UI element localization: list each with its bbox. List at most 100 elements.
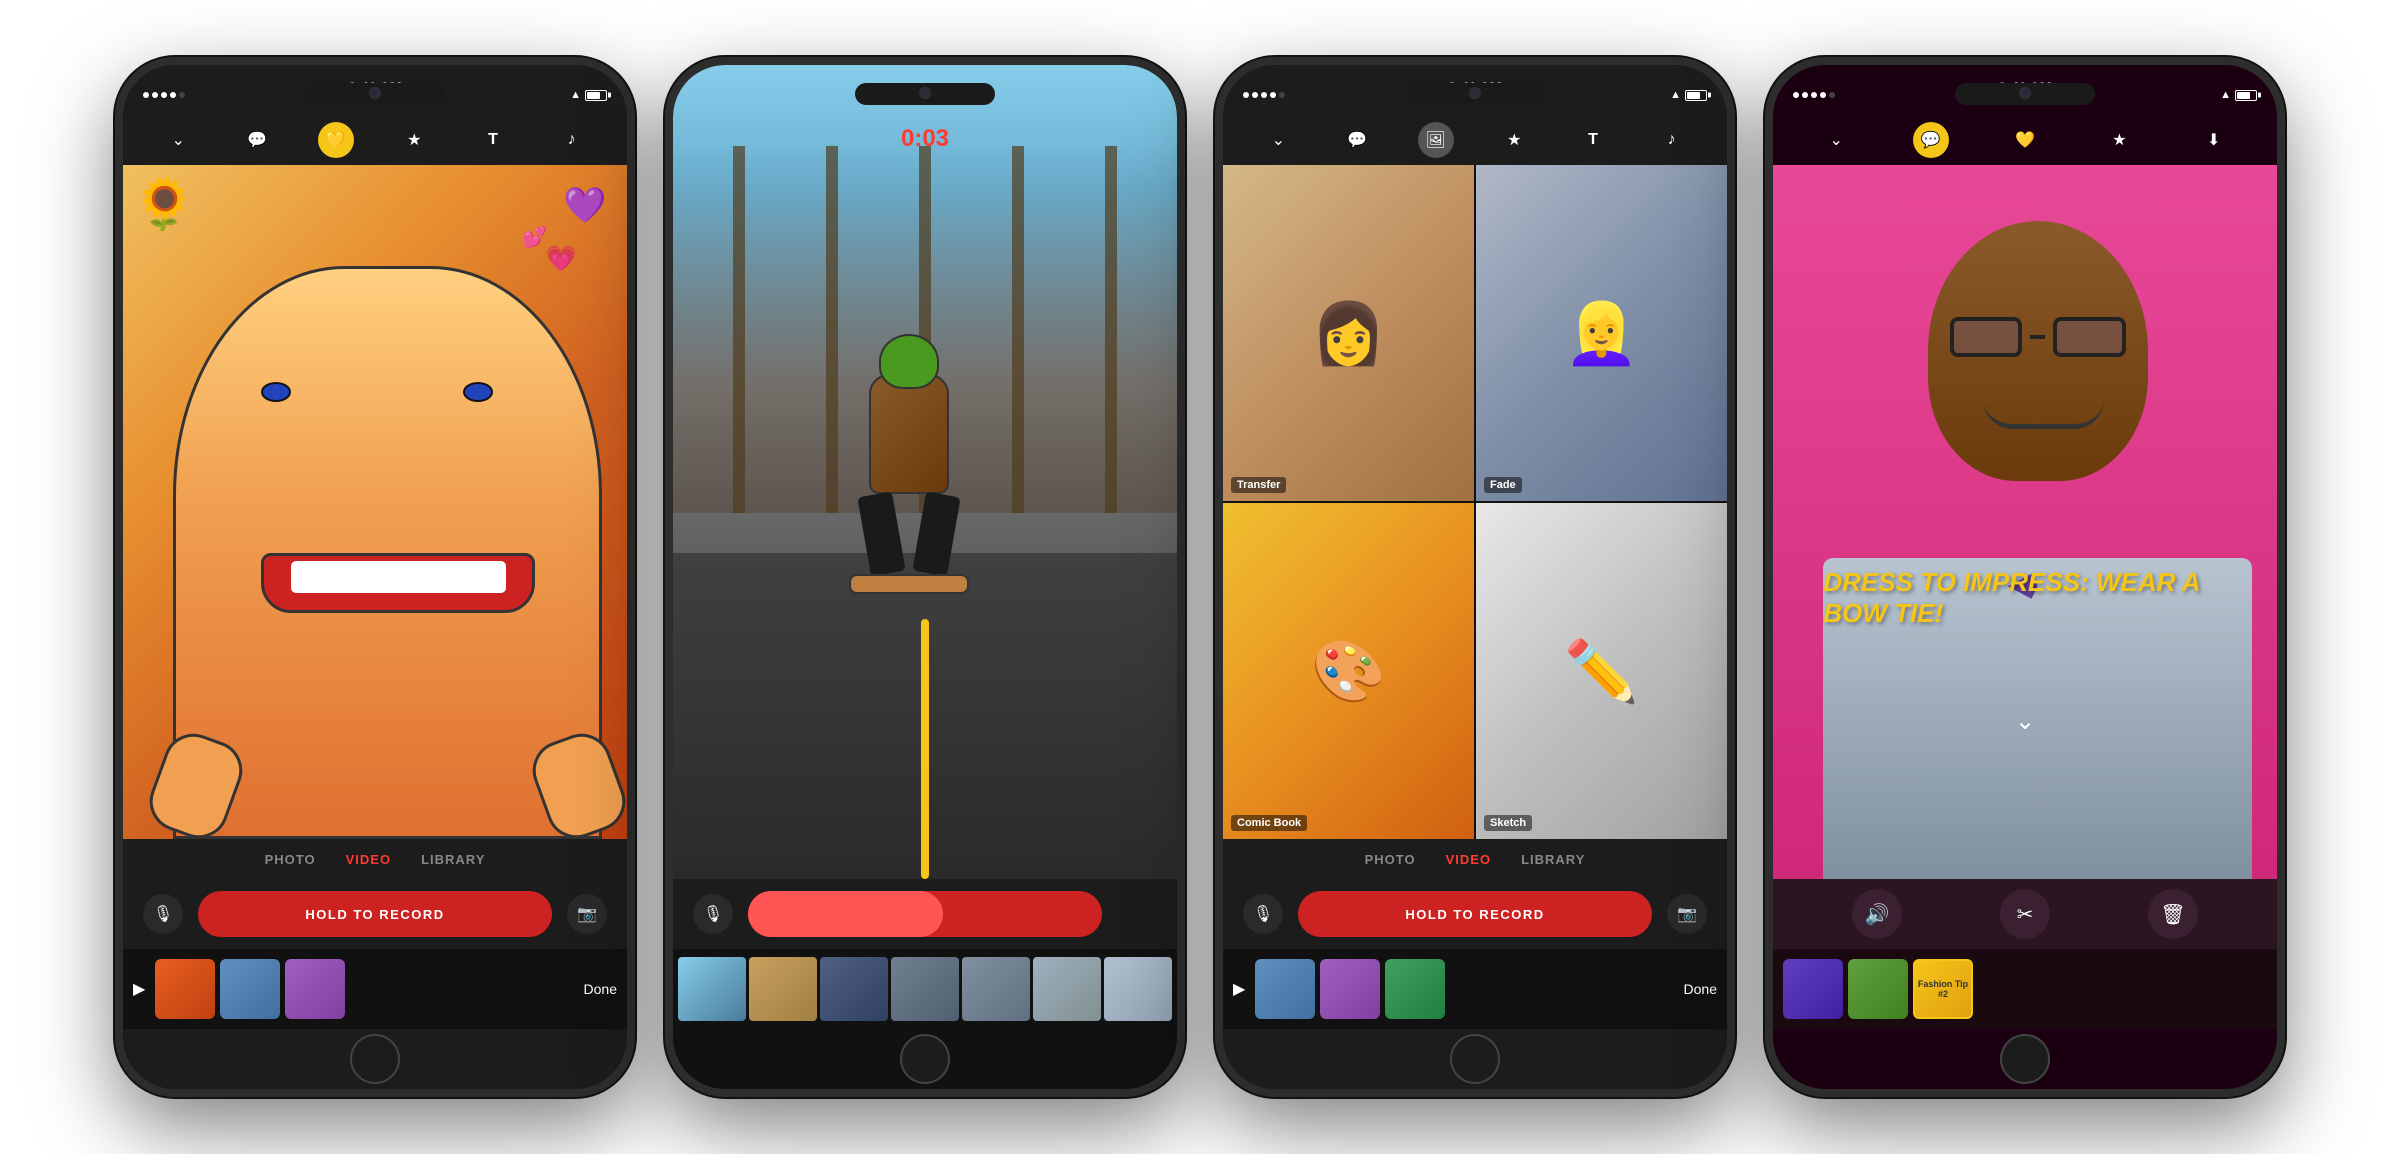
filter-cell-sketch[interactable]: ✏️ Sketch <box>1476 503 1727 839</box>
phone2-home-button[interactable] <box>900 1034 950 1084</box>
text-icon[interactable]: T <box>1575 122 1611 158</box>
filter-cell-2-bg: 👱‍♀️ <box>1476 165 1727 501</box>
scissors-button[interactable]: ✂ <box>2000 889 2050 939</box>
phone1-thumb-2[interactable] <box>220 959 280 1019</box>
photo-tab[interactable]: PHOTO <box>1365 852 1416 867</box>
column2 <box>826 146 838 512</box>
battery-icon <box>1685 90 1707 101</box>
face-emoji-1: 👩 <box>1311 298 1386 369</box>
chevron-down-icon[interactable]: ⌄ <box>1818 122 1854 158</box>
phone2-strip-4[interactable] <box>891 957 959 1021</box>
recording-progress <box>748 891 943 937</box>
phone1-thumb-1[interactable] <box>155 959 215 1019</box>
phone1-toolbar: ⌄ 💬 💛 ★ T ♪ <box>123 115 627 165</box>
nose-bridge <box>2030 335 2045 339</box>
battery-icon <box>2235 90 2257 101</box>
music-icon[interactable]: ♪ <box>1654 122 1690 158</box>
star-icon[interactable]: ★ <box>1496 122 1532 158</box>
speech-bubble-icon[interactable]: 💬 <box>1913 122 1949 158</box>
smile <box>1983 399 2104 429</box>
skateboard <box>849 574 969 594</box>
star-icon[interactable]: ★ <box>2101 122 2137 158</box>
speech-bubble-icon[interactable]: 💬 <box>239 122 275 158</box>
phone2-strip-7[interactable] <box>1104 957 1172 1021</box>
heart-emoji-icon[interactable]: 💛 <box>318 122 354 158</box>
phone2-mic-button[interactable]: 🎙 <box>693 894 733 934</box>
star-icon[interactable]: ★ <box>396 122 432 158</box>
phone2-record-row: 🎙 <box>673 879 1177 949</box>
phone1-home-button[interactable] <box>350 1034 400 1084</box>
phone2-strip-5[interactable] <box>962 957 1030 1021</box>
phone2-strip-2[interactable] <box>749 957 817 1021</box>
music-icon[interactable]: ♪ <box>554 122 590 158</box>
phone4-presentation-view: DRESS TO IMPRESS: WEAR A BOW TIE! ⌄ <box>1773 165 2277 879</box>
signal-dot <box>1270 92 1276 98</box>
filter-cell-comic[interactable]: 🎨 Comic Book <box>1223 503 1474 839</box>
phone2-skate-view: 0:03 <box>673 65 1177 879</box>
pink-heart-emoji: 💗 <box>546 245 577 274</box>
library-tab[interactable]: LIBRARY <box>1521 852 1585 867</box>
phone2-strip-6[interactable] <box>1033 957 1101 1021</box>
phone1-main-content: 🌻 💜 💗 💕 <box>123 165 627 839</box>
phone3-record-button[interactable]: HOLD TO RECORD <box>1298 891 1652 937</box>
wifi-icon: ▲ <box>2220 89 2231 101</box>
photo-tab[interactable]: PHOTO <box>265 852 316 867</box>
right-eye <box>463 382 493 402</box>
filter-cell-fade[interactable]: 👱‍♀️ Fade <box>1476 165 1727 501</box>
phone2-strip-3[interactable] <box>820 957 888 1021</box>
phone4-status-right: ▲ <box>2220 89 2257 101</box>
phone1-play-icon[interactable]: ▶ <box>133 979 145 999</box>
phone1-camera-button[interactable]: 📷 <box>567 894 607 934</box>
phone1-home-bar <box>123 1029 627 1089</box>
trash-button[interactable]: 🗑 <box>2148 889 2198 939</box>
signal-dot <box>143 92 149 98</box>
phone3-camera <box>1469 87 1481 99</box>
phone4-home-button[interactable] <box>2000 1034 2050 1084</box>
mouth-shape <box>261 553 536 613</box>
phone3-camera-button[interactable]: 📷 <box>1667 894 1707 934</box>
video-tab[interactable]: VIDEO <box>346 852 391 867</box>
image-icon[interactable]: 🖼 <box>1418 122 1454 158</box>
skater-helmet <box>879 334 939 389</box>
filter-cell-transfer[interactable]: 👩 Transfer <box>1223 165 1474 501</box>
chevron-down-icon[interactable]: ⌄ <box>160 122 196 158</box>
filter-cell-4-bg: ✏️ <box>1476 503 1727 839</box>
phone1-thumb-3[interactable] <box>285 959 345 1019</box>
video-tab[interactable]: VIDEO <box>1446 852 1491 867</box>
chevron-down-icon[interactable]: ⌄ <box>1260 122 1296 158</box>
phone3-done-label[interactable]: Done <box>1684 981 1717 997</box>
phone3-thumb-1[interactable] <box>1255 959 1315 1019</box>
library-tab[interactable]: LIBRARY <box>421 852 485 867</box>
phone3-status-right: ▲ <box>1670 89 1707 101</box>
heart-emoji-icon[interactable]: 💛 <box>2007 122 2043 158</box>
phone1-record-button[interactable]: HOLD TO RECORD <box>198 891 552 937</box>
phone4-thumb-1[interactable] <box>1783 959 1843 1019</box>
phone3-home-button[interactable] <box>1450 1034 1500 1084</box>
phone4-thumb-2[interactable] <box>1848 959 1908 1019</box>
phone3-filter-grid: 👩 Transfer 👱‍♀️ Fade 🎨 <box>1223 165 1727 839</box>
phone4-toolbar: ⌄ 💬 💛 ★ ⬇ <box>1773 115 2277 165</box>
purple-heart-emoji: 💜 <box>563 185 607 226</box>
phone3-thumb-2[interactable] <box>1320 959 1380 1019</box>
phone1-mic-button[interactable]: 🎙 <box>143 894 183 934</box>
presentation-text-container: DRESS TO IMPRESS: WEAR A BOW TIE! <box>1823 567 2251 629</box>
phone2-recording-bar[interactable] <box>748 891 1102 937</box>
phone1-status-right: ▲ <box>570 89 607 101</box>
phone3-play-icon[interactable]: ▶ <box>1233 979 1245 999</box>
phone2-strip-1[interactable] <box>678 957 746 1021</box>
volume-button[interactable]: 🔊 <box>1852 889 1902 939</box>
road <box>673 553 1177 879</box>
phone4-thumb-3[interactable]: Fashion Tip #2 <box>1913 959 1973 1019</box>
phone4-main-content: DRESS TO IMPRESS: WEAR A BOW TIE! ⌄ <box>1773 165 2277 879</box>
phones-container: 9:41 AM ▲ ⌄ 💬 💛 ★ T ♪ <box>75 17 2325 1137</box>
phone3-mic-button[interactable]: 🎙 <box>1243 894 1283 934</box>
signal-dot <box>1820 92 1826 98</box>
chevron-down-indicator[interactable]: ⌄ <box>2015 707 2035 736</box>
text-icon[interactable]: T <box>475 122 511 158</box>
phone3-filmstrip: ▶ Done <box>1223 949 1727 1029</box>
speech-bubble-icon[interactable]: 💬 <box>1339 122 1375 158</box>
download-icon[interactable]: ⬇ <box>2196 122 2232 158</box>
phone1-capture-tabs: PHOTO VIDEO LIBRARY <box>123 839 627 879</box>
phone1-done-label[interactable]: Done <box>584 981 617 997</box>
phone3-thumb-3[interactable] <box>1385 959 1445 1019</box>
